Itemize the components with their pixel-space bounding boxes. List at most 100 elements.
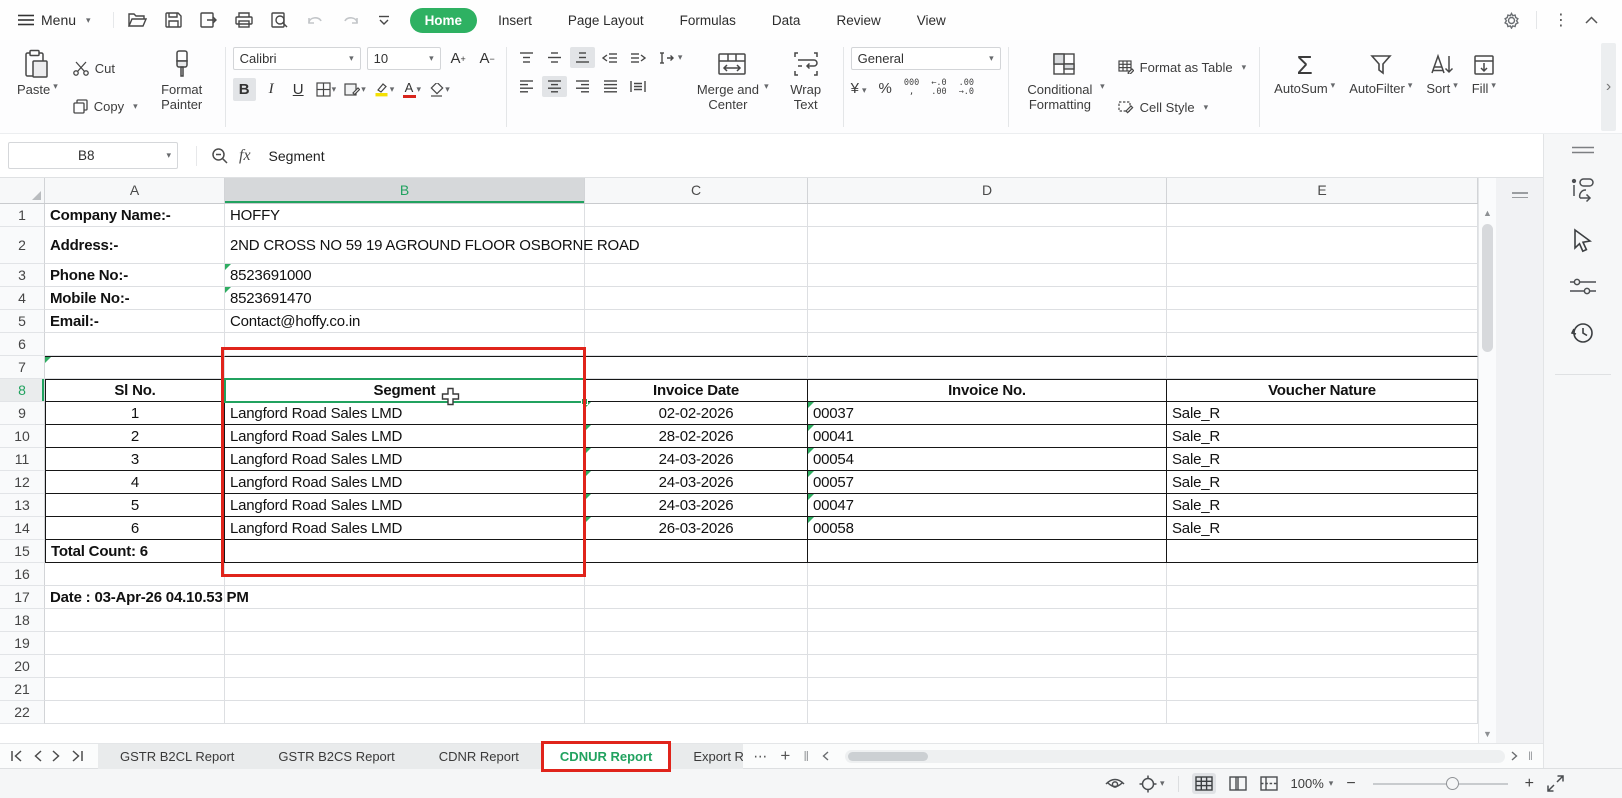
fill-handle[interactable]	[581, 398, 588, 405]
paste-button[interactable]: Paste ▾	[10, 43, 65, 131]
row-header-11[interactable]: 11	[0, 448, 45, 471]
font-name-combo[interactable]: Calibri ▾	[232, 47, 361, 70]
number-format-combo[interactable]: General ▾	[850, 47, 1001, 70]
cell-C1[interactable]	[585, 204, 808, 227]
row-header-2[interactable]: 2	[0, 227, 45, 264]
wrap-text-button[interactable]: Wrap Text	[776, 43, 836, 131]
cell-E14[interactable]: Sale_R	[1167, 517, 1478, 540]
cell-B22[interactable]	[225, 701, 585, 724]
sheet-tab-gstr-b2cl-report[interactable]: GSTR B2CL Report	[98, 744, 256, 769]
menu-tab-formulas[interactable]: Formulas	[665, 8, 751, 33]
align-right-icon[interactable]	[570, 76, 595, 97]
cell-E15[interactable]	[1167, 540, 1478, 563]
cell-C17[interactable]	[585, 586, 808, 609]
hscroll-left-icon[interactable]	[822, 751, 829, 761]
cursor-select-icon[interactable]	[1571, 228, 1595, 254]
cell-C15[interactable]	[585, 540, 808, 563]
cell-E13[interactable]: Sale_R	[1167, 494, 1478, 517]
decrease-font-size-button[interactable]: A −	[476, 47, 499, 70]
align-bottom-icon[interactable]	[569, 47, 595, 68]
column-header-D[interactable]: D	[808, 178, 1167, 203]
cell-A2[interactable]: Address:-	[45, 227, 225, 264]
previous-sheet-icon[interactable]	[33, 750, 42, 762]
italic-button[interactable]: I	[260, 78, 283, 101]
format-painter-button[interactable]: Format Painter	[146, 43, 218, 131]
row-header-15[interactable]: 15	[0, 540, 45, 563]
row-header-8[interactable]: 8	[0, 379, 45, 402]
cell-C8[interactable]: Invoice Date	[585, 379, 808, 402]
horizontal-scrollbar[interactable]	[845, 749, 1506, 763]
zoom-slider-knob[interactable]	[1445, 776, 1459, 790]
sheet-list-ellipsis-icon[interactable]: ⋯	[753, 748, 767, 765]
name-box[interactable]: B8 ▾	[8, 142, 178, 169]
row-header-10[interactable]: 10	[0, 425, 45, 448]
increase-indent-icon[interactable]	[626, 47, 651, 68]
cell-D12[interactable]: 00057	[808, 471, 1167, 494]
export-icon[interactable]	[199, 12, 217, 28]
cell-C5[interactable]	[585, 310, 808, 333]
cell-C14[interactable]: 26-03-2026	[585, 517, 808, 540]
cell-B3[interactable]: 8523691000	[225, 264, 585, 287]
reading-mode-eye-icon[interactable]	[1104, 776, 1126, 791]
last-sheet-icon[interactable]	[71, 750, 84, 762]
cell-A6[interactable]	[45, 333, 225, 356]
decrease-decimal-icon[interactable]: .00 →.0	[959, 78, 974, 98]
column-header-B[interactable]: B	[225, 178, 585, 203]
cell-B20[interactable]	[225, 655, 585, 678]
page-break-view-icon[interactable]	[1259, 776, 1278, 791]
history-clock-icon[interactable]	[1570, 320, 1596, 346]
cell-D5[interactable]	[808, 310, 1167, 333]
redo-icon[interactable]	[342, 13, 360, 27]
cell-B8[interactable]: Segment	[224, 378, 588, 405]
cell-D10[interactable]: 00041	[808, 425, 1167, 448]
cell-C22[interactable]	[585, 701, 808, 724]
collapse-ribbon-icon[interactable]	[1585, 16, 1598, 24]
scrollbar-splitter-handle[interactable]: ‖	[1528, 749, 1533, 763]
cell-E2[interactable]	[1167, 227, 1478, 264]
main-menu-button[interactable]: Menu ▾	[10, 8, 99, 32]
first-sheet-icon[interactable]	[10, 750, 23, 762]
sheet-tab-cdnr-report[interactable]: CDNR Report	[417, 744, 541, 769]
cell-A7[interactable]	[45, 356, 225, 379]
cut-button[interactable]: Cut	[69, 58, 142, 79]
cell-B2[interactable]: 2ND CROSS NO 59 19 AGROUND FLOOR OSBORNE…	[225, 227, 640, 264]
cell-A12[interactable]: 4	[45, 471, 225, 494]
cell-B19[interactable]	[225, 632, 585, 655]
cell-E12[interactable]: Sale_R	[1167, 471, 1478, 494]
fill-button[interactable]: Fill ▾	[1465, 43, 1503, 131]
horizontal-scrollbar-thumb[interactable]	[848, 751, 929, 761]
next-sheet-icon[interactable]	[52, 750, 61, 762]
column-header-C[interactable]: C	[585, 178, 808, 203]
cell-D9[interactable]: 00037	[808, 402, 1167, 425]
cell-C10[interactable]: 28-02-2026	[585, 425, 808, 448]
zoom-formula-icon[interactable]	[211, 147, 229, 165]
cell-D16[interactable]	[808, 563, 1167, 586]
cell-D3[interactable]	[808, 264, 1167, 287]
increase-decimal-icon[interactable]: ←.0.00	[931, 78, 946, 98]
undo-icon[interactable]	[306, 13, 324, 27]
row-header-21[interactable]: 21	[0, 678, 45, 701]
cell-E8[interactable]: Voucher Nature	[1167, 379, 1478, 402]
align-center-icon[interactable]	[541, 76, 567, 97]
cell-C3[interactable]	[585, 264, 808, 287]
menu-tab-page-layout[interactable]: Page Layout	[553, 8, 659, 33]
cell-A13[interactable]: 5	[45, 494, 225, 517]
merge-and-center-button[interactable]: Merge and Center ▾	[688, 43, 776, 131]
cell-A19[interactable]	[45, 632, 225, 655]
cell-C11[interactable]: 24-03-2026	[585, 448, 808, 471]
row-header-3[interactable]: 3	[0, 264, 45, 287]
row-header-7[interactable]: 7	[0, 356, 45, 379]
cell-E19[interactable]	[1167, 632, 1478, 655]
cell-C4[interactable]	[585, 287, 808, 310]
row-header-13[interactable]: 13	[0, 494, 45, 517]
cell-E4[interactable]	[1167, 287, 1478, 310]
copy-button[interactable]: Copy ▾	[69, 96, 142, 117]
customize-toolbar-icon[interactable]	[378, 15, 390, 26]
cell-B4[interactable]: 8523691470	[225, 287, 585, 310]
bold-button[interactable]: B	[232, 78, 256, 101]
cell-D21[interactable]	[808, 678, 1167, 701]
print-preview-icon[interactable]	[270, 12, 288, 28]
cell-A11[interactable]: 3	[45, 448, 225, 471]
borders-button[interactable]: ▾	[314, 78, 339, 101]
cell-A17[interactable]: Date : 03-Apr-26 04.10.53 PM	[45, 586, 249, 609]
